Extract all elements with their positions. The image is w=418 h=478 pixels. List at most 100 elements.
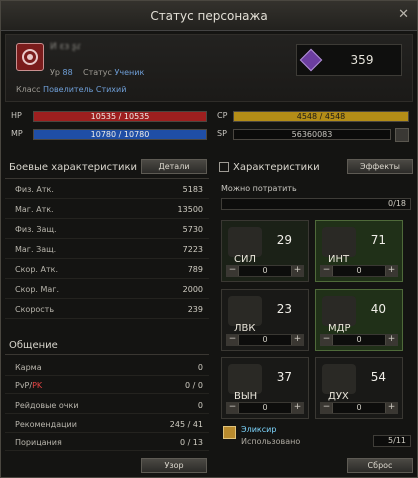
spend-label: Можно потратить [221, 184, 297, 193]
minus-button[interactable]: − [321, 266, 333, 276]
stat-row-cast-spd: Скор. Маг. 2000 [5, 279, 209, 299]
class-line: Класс Повелитель Стихий [16, 85, 126, 94]
stat-name: Маг. Защ. [15, 245, 57, 254]
class-value: Повелитель Стихий [43, 85, 127, 94]
minus-button[interactable]: − [227, 266, 239, 276]
minus-button[interactable]: − [321, 403, 333, 413]
dex-icon [228, 296, 262, 326]
attributes-panel: Характеристики Эффекты Можно потратить 0… [217, 156, 415, 456]
row-value: 0 / 13 [179, 438, 203, 447]
attr-tile-con: 37 ВЫН − 0 + [221, 357, 309, 419]
attr-name: СИЛ [234, 254, 256, 265]
raid-points-row: Рейдовые очки 0 [5, 396, 209, 414]
stat-value: 7223 [182, 245, 203, 254]
reprimands-row: Порицания 0 / 13 [5, 433, 209, 451]
attr-add: 0 [262, 403, 268, 412]
sp-info-icon[interactable] [395, 128, 409, 142]
plus-button[interactable]: + [291, 335, 303, 345]
attr-value: 37 [276, 370, 292, 384]
karma-row: Карма 0 [5, 358, 209, 376]
stat-row-p-def: Физ. Защ. 5730 [5, 219, 209, 239]
mp-bar: 10780 / 10780 [33, 129, 207, 140]
wit-icon [322, 296, 356, 326]
attr-counter: − 0 + [320, 402, 398, 414]
row-name: Порицания [15, 438, 62, 447]
attr-tile-wit: 40 МДР − 0 + [315, 289, 403, 351]
str-icon [228, 227, 262, 257]
reset-button[interactable]: Сброс [347, 458, 413, 473]
row-name: Рейдовые очки [15, 401, 79, 410]
attr-counter: − 0 + [320, 265, 398, 277]
hp-bar: 10535 / 10535 [33, 111, 207, 122]
cp-bar: 4548 / 4548 [233, 111, 409, 122]
elixir-icon [223, 426, 236, 439]
stat-row-p-atk: Физ. Атк. 5183 [5, 179, 209, 199]
plus-button[interactable]: + [385, 335, 397, 345]
stat-value: 789 [187, 265, 203, 274]
stat-name: Физ. Атк. [15, 185, 54, 194]
stat-name: Скор. Маг. [15, 285, 60, 294]
details-button[interactable]: Детали [141, 159, 207, 174]
plus-button[interactable]: + [385, 403, 397, 413]
row-name: Рекомендации [15, 420, 77, 429]
row-value: 245 / 41 [169, 420, 203, 429]
row-value: 0 [197, 363, 203, 372]
attr-name: ИНТ [328, 254, 350, 265]
effects-button[interactable]: Эффекты [347, 159, 413, 174]
attributes-toggle-icon[interactable] [219, 162, 229, 172]
spend-points: 0/18 [221, 198, 411, 210]
combat-stats-title: Боевые характеристики [9, 162, 137, 173]
attr-name: ВЫН [234, 391, 258, 402]
row-value: 0 / 0 [185, 381, 203, 390]
elixir-name: Эликсир [241, 425, 277, 434]
minus-button[interactable]: − [321, 335, 333, 345]
attr-value: 54 [370, 370, 386, 384]
con-icon [228, 364, 262, 394]
view-button[interactable]: Узор [141, 458, 207, 473]
pk-label: PK [32, 381, 43, 390]
minus-button[interactable]: − [227, 335, 239, 345]
character-header: Ͷ ɛɜ ʂɾ Ур 88 Статус Ученик Класс Повели… [5, 34, 413, 102]
score-icon [299, 48, 323, 72]
status-line: Статус Ученик [83, 68, 144, 77]
stat-value: 2000 [182, 285, 203, 294]
stat-value: 13500 [177, 205, 203, 214]
attr-counter: − 0 + [226, 334, 304, 346]
attr-add: 0 [262, 266, 268, 275]
attr-value: 29 [276, 233, 292, 247]
status-value: Ученик [114, 68, 145, 77]
attr-tile-str: 29 СИЛ − 0 + [221, 220, 309, 282]
stat-value: 239 [187, 305, 203, 314]
attr-value: 23 [276, 302, 292, 316]
emblem-core [27, 54, 33, 60]
attr-add: 0 [356, 266, 362, 275]
stat-name: Физ. Защ. [15, 225, 57, 234]
minus-button[interactable]: − [227, 403, 239, 413]
men-icon [322, 364, 356, 394]
plus-button[interactable]: + [291, 266, 303, 276]
stat-value: 5183 [182, 185, 203, 194]
pvp-pk-label: PvP/PK [15, 381, 42, 390]
attributes-title: Характеристики [233, 162, 320, 173]
close-icon[interactable]: ✕ [398, 8, 409, 21]
plus-button[interactable]: + [291, 403, 303, 413]
title-bar[interactable]: Статус персонажа ✕ [1, 1, 417, 31]
attr-name: МДР [328, 323, 351, 334]
hp-label: HP [11, 111, 22, 120]
cp-label: CP [217, 111, 228, 120]
attr-add: 0 [356, 403, 362, 412]
stat-row-m-def: Маг. Защ. 7223 [5, 239, 209, 259]
attr-name: ДУХ [328, 391, 349, 402]
stat-row-speed: Скорость 239 [5, 299, 209, 319]
attr-tile-dex: 23 ЛВК − 0 + [221, 289, 309, 351]
mp-label: MP [11, 129, 23, 138]
character-name: Ͷ ɛɜ ʂɾ [50, 42, 82, 52]
elixir-row: Эликсир Использовано 5/11 [221, 425, 411, 451]
stat-name: Скорость [15, 305, 55, 314]
attr-tile-men: 54 ДУХ − 0 + [315, 357, 403, 419]
elixir-count: 5/11 [373, 435, 411, 447]
plus-button[interactable]: + [385, 266, 397, 276]
level-line: Ур 88 [50, 68, 73, 77]
elixir-used-label: Использовано [241, 437, 301, 446]
attr-value: 71 [370, 233, 386, 247]
